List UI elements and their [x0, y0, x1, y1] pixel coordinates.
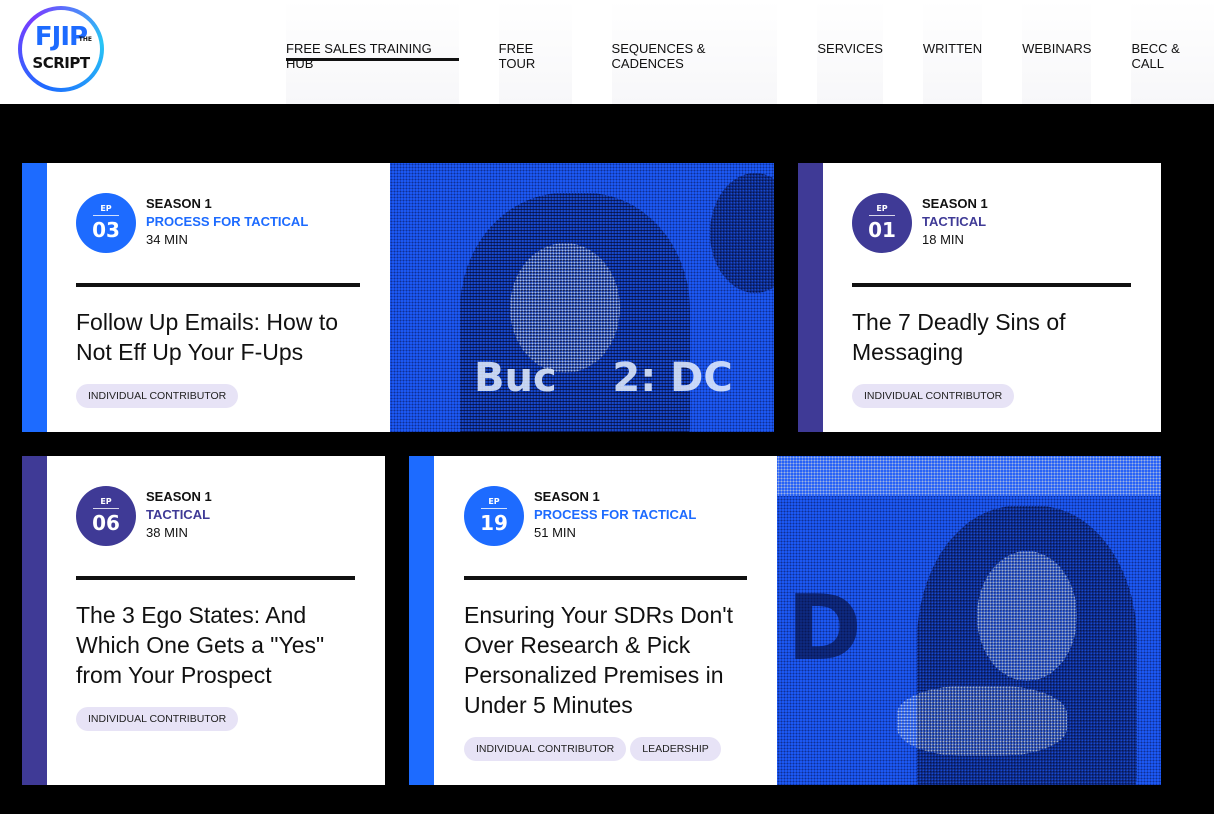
episode-number: 01: [868, 218, 896, 242]
card-stripe: [409, 456, 434, 785]
episode-label: EP: [488, 497, 500, 506]
photo-caption: D: [787, 576, 862, 681]
episode-meta: SEASON 1 PROCESS FOR TACTICAL 34 MIN: [146, 195, 308, 249]
photo-face: [510, 243, 620, 373]
episode-badge: EP 01: [852, 193, 912, 253]
photo-background-sign: [777, 456, 1161, 496]
tag-individual-contributor[interactable]: INDIVIDUAL CONTRIBUTOR: [852, 384, 1015, 408]
episode-number: 19: [480, 511, 508, 535]
photo-face: [977, 551, 1077, 681]
episode-photo[interactable]: D: [777, 456, 1161, 785]
season-label: SEASON 1: [922, 196, 988, 211]
nav-free-sales-training-hub[interactable]: FREE SALES TRAINING HUB: [286, 0, 459, 104]
title-divider: [76, 576, 355, 580]
title-divider: [464, 576, 747, 580]
tag-list: INDIVIDUAL CONTRIBUTOR: [76, 384, 239, 408]
nav-webinars[interactable]: WEBINARS: [1022, 0, 1092, 104]
episode-divider: [869, 215, 895, 216]
season-label: SEASON 1: [534, 489, 600, 504]
tag-individual-contributor[interactable]: INDIVIDUAL CONTRIBUTOR: [464, 737, 627, 761]
episode-number: 06: [92, 511, 120, 535]
episode-meta: SEASON 1 TACTICAL 38 MIN: [146, 488, 212, 542]
episode-card[interactable]: EP 01 SEASON 1 TACTICAL 18 MIN The 7 Dea…: [798, 163, 1161, 432]
episode-label: EP: [100, 497, 112, 506]
season-label: SEASON 1: [146, 489, 212, 504]
episode-title[interactable]: Ensuring Your SDRs Don't Over Research &…: [464, 600, 754, 720]
season-label: SEASON 1: [146, 196, 212, 211]
episode-label: EP: [100, 204, 112, 213]
episode-card[interactable]: EP 03 SEASON 1 PROCESS FOR TACTICAL 34 M…: [22, 163, 390, 432]
site-header: FJIP THE SCRIPT FREE SALES TRAINING HUB …: [0, 0, 1214, 104]
episode-label: EP: [876, 204, 888, 213]
episode-meta: SEASON 1 PROCESS FOR TACTICAL 51 MIN: [534, 488, 696, 542]
episode-card[interactable]: EP 19 SEASON 1 PROCESS FOR TACTICAL 51 M…: [409, 456, 777, 785]
episode-meta: SEASON 1 TACTICAL 18 MIN: [922, 195, 988, 249]
episode-title[interactable]: Follow Up Emails: How to Not Eff Up Your…: [76, 307, 366, 367]
tag-leadership[interactable]: LEADERSHIP: [630, 737, 721, 761]
title-divider: [76, 283, 360, 287]
title-divider: [852, 283, 1131, 287]
episode-divider: [93, 215, 119, 216]
episode-badge: EP 06: [76, 486, 136, 546]
photo-hand: [897, 686, 1067, 756]
duration-label: 34 MIN: [146, 232, 188, 247]
flip-the-script-logo[interactable]: FJIP THE SCRIPT: [18, 6, 104, 92]
card-stripe: [798, 163, 823, 432]
duration-label: 38 MIN: [146, 525, 188, 540]
tag-list: INDIVIDUAL CONTRIBUTOR: [76, 707, 239, 731]
nav-becc-call[interactable]: BECC & CALL: [1131, 0, 1214, 104]
nav-services[interactable]: SERVICES: [817, 0, 883, 104]
photo-sign: [710, 173, 774, 293]
nav-written[interactable]: WRITTEN: [922, 0, 983, 104]
card-stripe: [22, 163, 47, 432]
logo-inner: FJIP THE SCRIPT: [22, 10, 100, 88]
logo-text-the: THE: [78, 36, 92, 43]
episode-number: 03: [92, 218, 120, 242]
episode-title[interactable]: The 3 Ego States: And Which One Gets a "…: [76, 600, 361, 690]
episode-badge: EP 19: [464, 486, 524, 546]
category-label: PROCESS FOR TACTICAL: [534, 507, 697, 522]
tag-list: INDIVIDUAL CONTRIBUTOR LEADERSHIP: [464, 737, 721, 761]
category-label: TACTICAL: [146, 507, 211, 522]
episode-title[interactable]: The 7 Deadly Sins of Messaging: [852, 307, 1137, 367]
nav-sequences-cadences[interactable]: SEQUENCES & CADENCES: [611, 0, 778, 104]
episode-divider: [481, 508, 507, 509]
card-stripe: [22, 456, 47, 785]
episode-badge: EP 03: [76, 193, 136, 253]
nav-free-tour[interactable]: FREE TOUR: [498, 0, 572, 104]
tag-individual-contributor[interactable]: INDIVIDUAL CONTRIBUTOR: [76, 384, 239, 408]
tag-list: INDIVIDUAL CONTRIBUTOR: [852, 384, 1015, 408]
episode-photo[interactable]: Buc 2: DC: [390, 163, 774, 432]
duration-label: 18 MIN: [922, 232, 964, 247]
category-label: TACTICAL: [922, 214, 987, 229]
logo-text-bottom: SCRIPT: [32, 54, 90, 72]
episode-card[interactable]: EP 06 SEASON 1 TACTICAL 38 MIN The 3 Ego…: [22, 456, 385, 785]
category-label: PROCESS FOR TACTICAL: [146, 214, 309, 229]
photo-caption: Buc 2: DC: [474, 355, 733, 401]
main-nav: FREE SALES TRAINING HUB FREE TOUR SEQUEN…: [286, 0, 1214, 104]
tag-individual-contributor[interactable]: INDIVIDUAL CONTRIBUTOR: [76, 707, 239, 731]
episode-divider: [93, 508, 119, 509]
duration-label: 51 MIN: [534, 525, 576, 540]
